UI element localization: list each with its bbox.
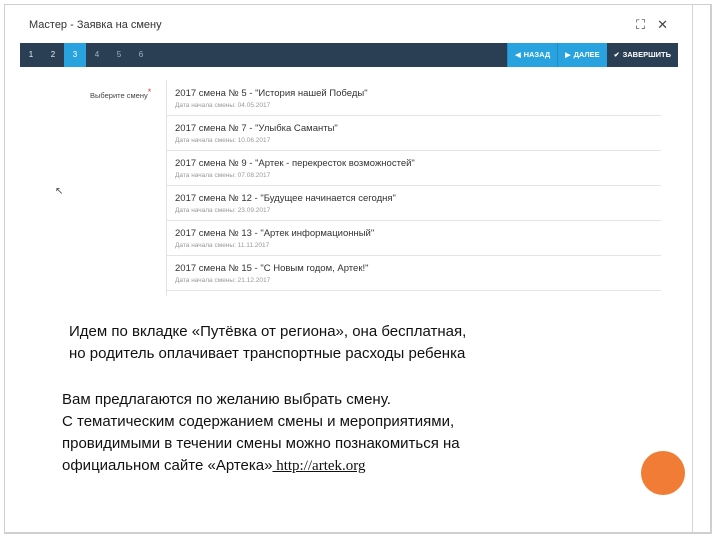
caption-line: Идем по вкладке «Путёвка от региона», он… — [69, 323, 467, 340]
shift-option[interactable]: 2017 смена № 12 - "Будущее начинается се… — [167, 190, 661, 221]
slide-decor-line — [692, 4, 693, 534]
shift-title: 2017 смена № 12 - "Будущее начинается се… — [175, 193, 396, 204]
shift-option[interactable]: 2017 смена № 5 - "История нашей Победы" … — [167, 85, 661, 116]
shift-start-date: Дата начала смены: 07.08.2017 — [175, 172, 271, 179]
back-button-label: НАЗАД — [523, 50, 551, 59]
caption-line: но родитель оплачивает транспортные расх… — [69, 345, 466, 362]
caption-choose-shift: Вам предлагаются по желанию выбрать смен… — [62, 389, 582, 477]
shift-start-date: Дата начала смены: 04.05.2017 — [175, 102, 271, 109]
check-icon: ✔ — [613, 52, 620, 59]
shift-list: 2017 смена № 5 - "История нашей Победы" … — [167, 85, 661, 295]
required-mark: * — [147, 87, 152, 97]
arrow-right-icon: ▶ — [565, 52, 571, 59]
step-2[interactable]: 2 — [42, 43, 64, 67]
shift-option[interactable]: 2017 смена № 15 - "С Новым годом, Артек!… — [167, 260, 661, 291]
step-1[interactable]: 1 — [20, 43, 42, 67]
mouse-cursor-icon: ↖ — [55, 186, 64, 197]
close-icon[interactable]: ✕ — [657, 18, 668, 32]
shift-option[interactable]: 2017 смена № 9 - "Артек - перекресток во… — [167, 155, 661, 186]
finish-button[interactable]: ✔ ЗАВЕРШИТЬ — [606, 43, 678, 67]
select-shift-label-text: Выберите смену — [90, 91, 148, 100]
select-shift-label: Выберите смену* — [90, 87, 152, 100]
caption-line: Вам предлагаются по желанию выбрать смен… — [62, 391, 391, 408]
shift-start-date: Дата начала смены: 21.12.2017 — [175, 277, 271, 284]
back-button[interactable]: ◀ НАЗАД — [507, 43, 558, 67]
wizard-stepbar: 1 2 3 4 5 6 ◀ НАЗАД ▶ ДАЛЕЕ ✔ ЗАВЕРШИТЬ — [20, 43, 678, 67]
shift-title: 2017 смена № 7 - "Улыбка Саманты" — [175, 123, 338, 134]
shift-option[interactable]: 2017 смена № 13 - "Артек информационный"… — [167, 225, 661, 256]
finish-button-label: ЗАВЕРШИТЬ — [622, 50, 671, 59]
dialog-title: Мастер - Заявка на смену — [29, 19, 162, 31]
wizard-nav: ◀ НАЗАД ▶ ДАЛЕЕ ✔ ЗАВЕРШИТЬ — [507, 43, 678, 67]
step-6[interactable]: 6 — [130, 43, 152, 67]
shift-title: 2017 смена № 5 - "История нашей Победы" — [175, 88, 368, 99]
caption-line-with-link: официальном сайте «Артека» http://artek.… — [62, 455, 582, 477]
shift-title: 2017 смена № 9 - "Артек - перекресток во… — [175, 158, 415, 169]
step-3[interactable]: 3 — [64, 43, 86, 67]
next-button-label: ДАЛЕЕ — [573, 50, 600, 59]
shift-title: 2017 смена № 13 - "Артек информационный" — [175, 228, 375, 239]
caption-line: провидимыми в течении смены можно познак… — [62, 435, 460, 452]
shift-title: 2017 смена № 15 - "С Новым годом, Артек!… — [175, 263, 369, 274]
maximize-icon[interactable]: ⛶ — [636, 18, 645, 32]
shift-start-date: Дата начала смены: 10.06.2017 — [175, 137, 271, 144]
artek-site-link[interactable]: http://artek.org — [272, 458, 365, 474]
orange-circle-decoration — [641, 451, 685, 495]
arrow-left-icon: ◀ — [515, 52, 521, 59]
step-4[interactable]: 4 — [86, 43, 108, 67]
window-controls: ⛶ ✕ — [636, 18, 668, 32]
caption-line: С тематическим содержанием смены и мероп… — [62, 413, 455, 430]
caption-line: официальном сайте «Артека» — [62, 457, 273, 474]
shift-option[interactable]: 2017 смена № 7 - "Улыбка Саманты" Дата н… — [167, 120, 661, 151]
step-5[interactable]: 5 — [108, 43, 130, 67]
next-button[interactable]: ▶ ДАЛЕЕ — [557, 43, 607, 67]
shift-start-date: Дата начала смены: 23.09.2017 — [175, 207, 271, 214]
shift-start-date: Дата начала смены: 11.11.2017 — [175, 242, 270, 249]
caption-route: Идем по вкладке «Путёвка от региона», он… — [69, 321, 589, 365]
